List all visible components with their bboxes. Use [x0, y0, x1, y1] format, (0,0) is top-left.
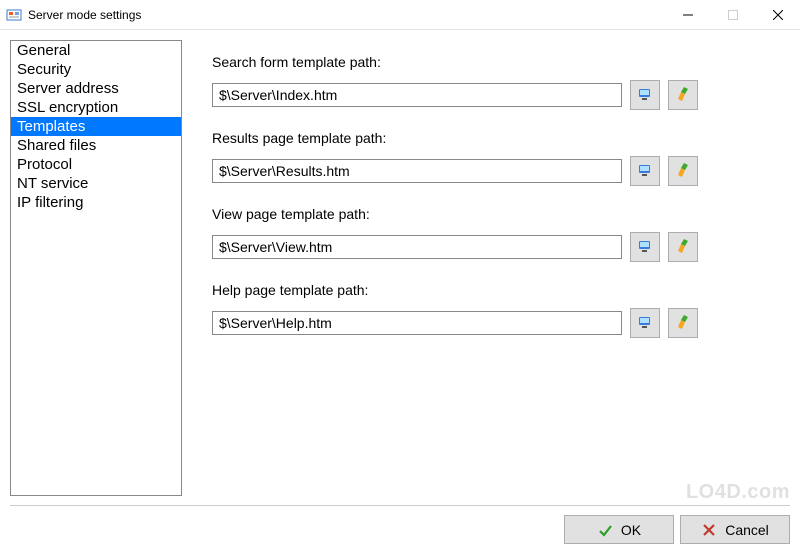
ok-button-label: OK — [621, 522, 641, 538]
cancel-button[interactable]: Cancel — [680, 515, 790, 544]
view-page-template-label: View page template path: — [212, 206, 788, 222]
help-page-template-label: Help page template path: — [212, 282, 788, 298]
reset-button[interactable] — [668, 156, 698, 186]
results-page-template-input[interactable] — [212, 159, 622, 183]
browse-button[interactable] — [630, 80, 660, 110]
sidebar-item-label: NT service — [17, 175, 88, 192]
window-close-button[interactable] — [755, 0, 800, 30]
sidebar-item-nt-service[interactable]: NT service — [11, 174, 181, 193]
reset-brush-icon — [675, 314, 691, 333]
sidebar-item-label: Templates — [17, 118, 85, 135]
sidebar-item-label: Server address — [17, 80, 119, 97]
dialog-button-bar: OK Cancel — [564, 515, 790, 544]
sidebar-item-protocol[interactable]: Protocol — [11, 155, 181, 174]
search-form-template-group: Search form template path: — [212, 54, 788, 110]
browse-computer-icon — [637, 314, 653, 333]
reset-brush-icon — [675, 162, 691, 181]
sidebar-item-label: IP filtering — [17, 194, 83, 211]
button-bar-divider — [10, 505, 790, 506]
search-form-template-label: Search form template path: — [212, 54, 788, 70]
window-maximize-button[interactable] — [710, 0, 755, 30]
window-minimize-button[interactable] — [665, 0, 710, 30]
browse-computer-icon — [637, 238, 653, 257]
help-page-template-input[interactable] — [212, 311, 622, 335]
sidebar-item-label: SSL encryption — [17, 99, 118, 116]
titlebar: Server mode settings — [0, 0, 800, 30]
help-page-template-group: Help page template path: — [212, 282, 788, 338]
sidebar-item-security[interactable]: Security — [11, 60, 181, 79]
sidebar-item-label: Security — [17, 61, 71, 78]
view-page-template-group: View page template path: — [212, 206, 788, 262]
reset-brush-icon — [675, 86, 691, 105]
cancel-x-icon — [701, 522, 717, 538]
cancel-button-label: Cancel — [725, 522, 769, 538]
browse-button[interactable] — [630, 156, 660, 186]
reset-button[interactable] — [668, 232, 698, 262]
sidebar-item-ssl-encryption[interactable]: SSL encryption — [11, 98, 181, 117]
reset-button[interactable] — [668, 308, 698, 338]
check-icon — [597, 522, 613, 538]
ok-button[interactable]: OK — [564, 515, 674, 544]
sidebar-item-label: Protocol — [17, 156, 72, 173]
sidebar-item-server-address[interactable]: Server address — [11, 79, 181, 98]
browse-computer-icon — [637, 86, 653, 105]
reset-button[interactable] — [668, 80, 698, 110]
results-page-template-group: Results page template path: — [212, 130, 788, 186]
sidebar-item-ip-filtering[interactable]: IP filtering — [11, 193, 181, 212]
results-page-template-label: Results page template path: — [212, 130, 788, 146]
search-form-template-input[interactable] — [212, 83, 622, 107]
templates-panel: Search form template path: — [182, 40, 790, 496]
reset-brush-icon — [675, 238, 691, 257]
sidebar-item-general[interactable]: General — [11, 41, 181, 60]
sidebar-item-shared-files[interactable]: Shared files — [11, 136, 181, 155]
browse-button[interactable] — [630, 232, 660, 262]
sidebar-item-label: General — [17, 42, 70, 59]
window-title: Server mode settings — [28, 8, 141, 22]
client-area: General Security Server address SSL encr… — [0, 30, 800, 554]
sidebar-item-label: Shared files — [17, 137, 96, 154]
sidebar-item-templates[interactable]: Templates — [11, 117, 181, 136]
browse-button[interactable] — [630, 308, 660, 338]
browse-computer-icon — [637, 162, 653, 181]
app-icon — [6, 7, 22, 23]
settings-category-list[interactable]: General Security Server address SSL encr… — [10, 40, 182, 496]
view-page-template-input[interactable] — [212, 235, 622, 259]
